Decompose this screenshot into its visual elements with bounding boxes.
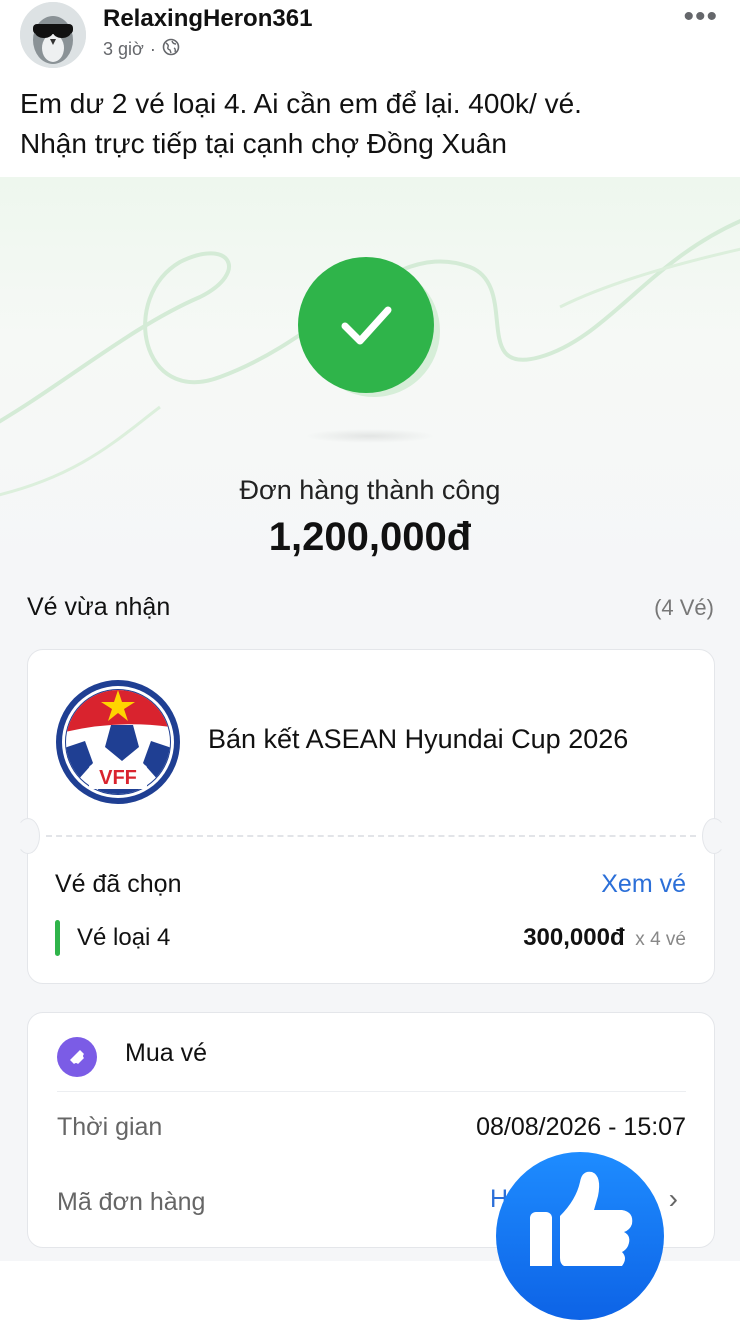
- avatar[interactable]: [20, 2, 86, 68]
- username[interactable]: RelaxingHeron361: [103, 5, 312, 33]
- ticket-count: (4 Vé): [654, 595, 714, 620]
- post-text: Em dư 2 vé loại 4. Ai cần em để lại. 400…: [20, 84, 720, 164]
- purchase-title: Mua vé: [125, 1039, 207, 1067]
- section-title: Vé vừa nhận: [27, 593, 171, 621]
- chevron-right-icon[interactable]: ›: [669, 1183, 678, 1215]
- meta-dot: ·: [149, 39, 156, 59]
- vff-logo: VFF: [56, 680, 180, 804]
- order-total: 1,200,000đ: [268, 515, 472, 559]
- ticket-divider: [46, 835, 696, 837]
- ticket-icon: [57, 1037, 97, 1077]
- success-check-badge: [298, 257, 434, 393]
- globe-icon: [162, 38, 180, 61]
- ticket-type-marker: [55, 920, 60, 956]
- badge-shadow: [305, 429, 435, 443]
- post-time[interactable]: 3 giờ: [103, 39, 144, 60]
- ticket-notch-left: [16, 818, 40, 854]
- ticket-quantity: x 4 vé: [635, 929, 686, 950]
- post-meta: 3 giờ ·: [103, 38, 180, 61]
- match-name: Bán kết ASEAN Hyundai Cup 2026: [208, 724, 629, 754]
- post-header: RelaxingHeron361 3 giờ · •••: [0, 0, 740, 80]
- attached-screenshot[interactable]: Đơn hàng thành công 1,200,000đ Vé vừa nh…: [0, 177, 740, 1261]
- more-horizontal-icon[interactable]: •••: [683, 2, 718, 32]
- time-value: 08/08/2026 - 15:07: [476, 1113, 686, 1141]
- vff-logo-text: VFF: [99, 767, 137, 789]
- like-icon[interactable]: [496, 1152, 664, 1320]
- selected-tickets-label: Vé đã chọn: [55, 870, 182, 898]
- ticket-price-line: 300,000đ x 4 vé: [523, 924, 686, 952]
- post-text-line-2: Nhận trực tiếp tại cạnh chợ Đồng Xuân: [20, 128, 507, 159]
- order-code-label: Mã đơn hàng: [57, 1188, 206, 1216]
- checkmark-icon: [341, 306, 392, 345]
- ticket-card[interactable]: VFF Bán kết ASEAN Hyundai Cup 2026 Vé đã…: [16, 649, 726, 984]
- time-label: Thời gian: [57, 1113, 163, 1141]
- order-status: Đơn hàng thành công: [239, 475, 501, 505]
- purchase-divider: [57, 1091, 686, 1092]
- post-text-line-1: Em dư 2 vé loại 4. Ai cần em để lại. 400…: [20, 88, 582, 119]
- view-ticket-link[interactable]: Xem vé: [601, 870, 686, 899]
- ticket-type: Vé loại 4: [77, 924, 171, 951]
- ticket-notch-right: [702, 818, 726, 854]
- ticket-price: 300,000đ: [523, 924, 625, 951]
